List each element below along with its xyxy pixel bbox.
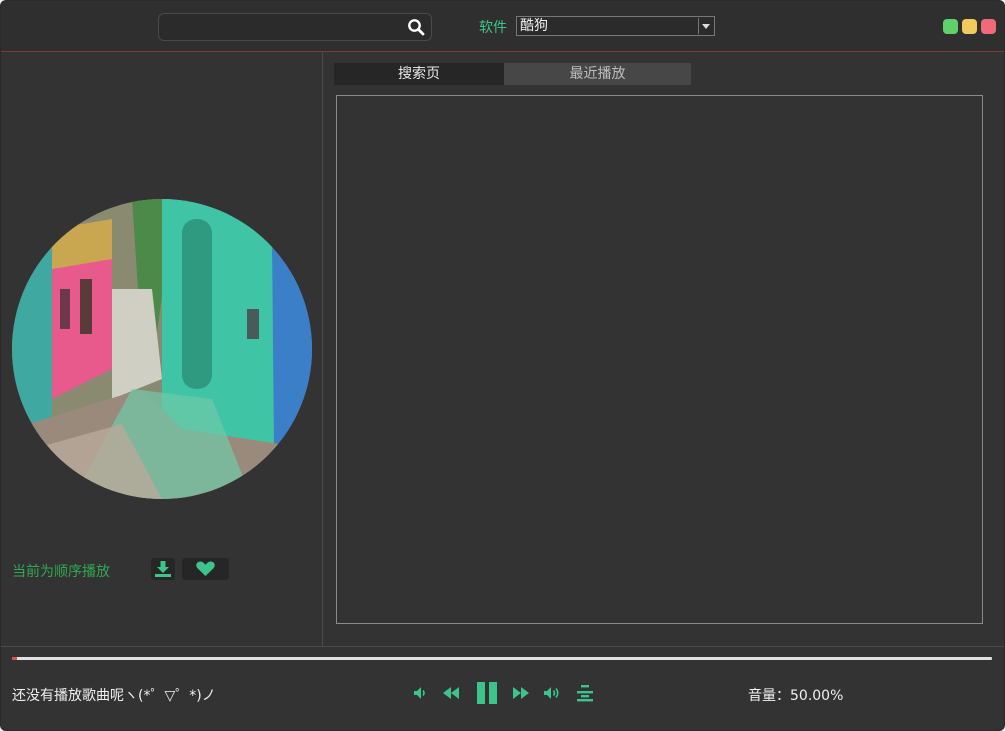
play-mode-label: 当前为顺序播放 (12, 564, 110, 580)
player-bar: 还没有播放歌曲呢ヽ(*゜▽゜*)ノ 音量：50.00% (1, 646, 1004, 730)
search-input[interactable] (165, 17, 399, 39)
next-icon[interactable] (512, 685, 530, 701)
download-icon (155, 561, 171, 577)
software-label: 软件 (479, 20, 507, 36)
chevron-down-icon[interactable] (698, 18, 713, 34)
volume-up-icon[interactable] (543, 684, 563, 702)
search-icon[interactable] (407, 18, 425, 36)
search-box (158, 13, 432, 41)
source-select[interactable]: 酷狗 (516, 16, 715, 36)
progress-bar[interactable] (12, 657, 992, 660)
tab-search[interactable]: 搜索页 (334, 63, 504, 85)
minimize-button[interactable] (943, 19, 958, 34)
album-cover-image (12, 199, 312, 499)
now-playing-text: 还没有播放歌曲呢ヽ(*゜▽゜*)ノ (12, 688, 216, 704)
favorite-button[interactable] (182, 558, 229, 580)
pause-icon[interactable] (475, 681, 499, 705)
tab-recent-play[interactable]: 最近播放 (504, 63, 691, 85)
left-panel: 当前为顺序播放 (1, 52, 323, 646)
title-bar[interactable]: 软件 酷狗 (1, 1, 1004, 52)
previous-icon[interactable] (442, 685, 460, 701)
maximize-button[interactable] (962, 19, 977, 34)
heart-icon (196, 561, 215, 576)
source-select-value: 酷狗 (520, 18, 548, 34)
close-button[interactable] (981, 19, 996, 34)
volume-down-icon[interactable] (412, 685, 428, 701)
playlist-icon[interactable] (575, 684, 595, 702)
download-button[interactable] (151, 558, 175, 580)
progress-fill (12, 657, 17, 660)
volume-value: 50.00% (790, 688, 844, 704)
search-results-panel (336, 95, 983, 624)
volume-label: 音量： (748, 688, 790, 704)
volume-display: 音量：50.00% (748, 685, 843, 705)
music-player-window: 软件 酷狗 当前为顺序播放 搜索页 最近播放 还没有播放歌曲呢ヽ(*゜▽゜*)ノ… (0, 0, 1005, 731)
